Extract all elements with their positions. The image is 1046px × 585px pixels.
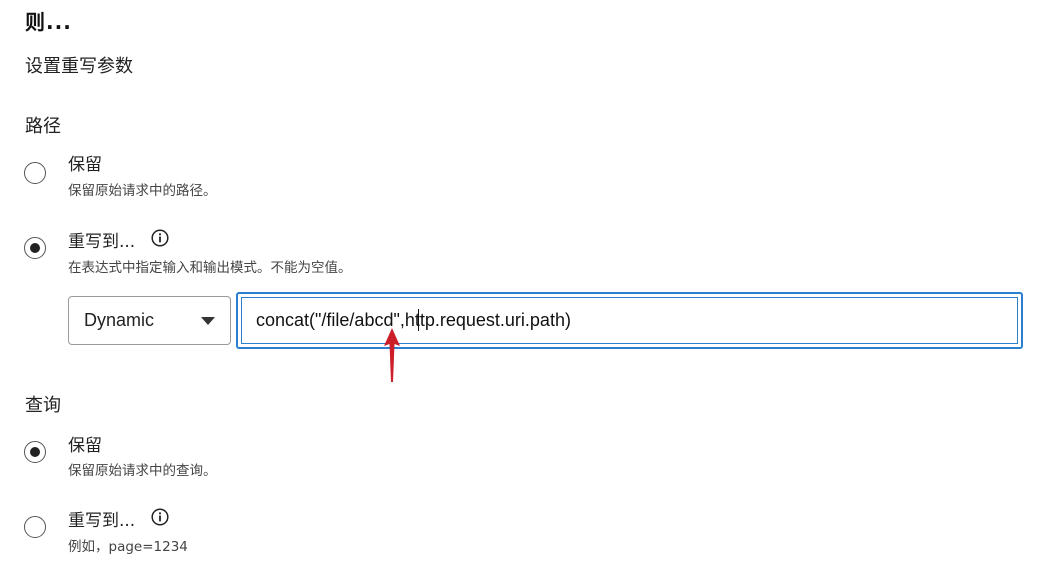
section-title-path: 路径	[25, 116, 61, 137]
path-keep-desc: 保留原始请求中的路径。	[68, 183, 217, 199]
info-icon[interactable]	[151, 508, 169, 526]
path-rewrite-label: 重写到...	[68, 232, 136, 252]
mode-select[interactable]: Dynamic	[68, 296, 231, 345]
info-icon[interactable]	[151, 229, 169, 247]
section-title-query: 查询	[25, 395, 61, 416]
chevron-down-icon	[201, 317, 215, 325]
query-rewrite-desc: 例如，page=1234	[68, 539, 188, 555]
path-keep-label: 保留	[68, 155, 102, 175]
path-keep-radio[interactable]	[24, 162, 46, 184]
query-keep-label: 保留	[68, 436, 102, 456]
query-rewrite-label: 重写到...	[68, 511, 136, 531]
page-subtitle: 设置重写参数	[25, 56, 133, 77]
mode-select-value: Dynamic	[84, 310, 155, 330]
page-title: 则...	[25, 10, 72, 34]
query-keep-desc: 保留原始请求中的查询。	[68, 463, 217, 479]
path-rewrite-radio[interactable]	[24, 237, 46, 259]
query-rewrite-radio[interactable]	[24, 516, 46, 538]
red-arrow-annotation	[382, 326, 402, 388]
expression-field-wrapper	[236, 292, 1023, 349]
expression-input[interactable]	[241, 297, 1018, 344]
text-cursor	[418, 309, 419, 331]
query-keep-radio[interactable]	[24, 441, 46, 463]
path-rewrite-desc: 在表达式中指定输入和输出模式。不能为空值。	[68, 260, 352, 276]
